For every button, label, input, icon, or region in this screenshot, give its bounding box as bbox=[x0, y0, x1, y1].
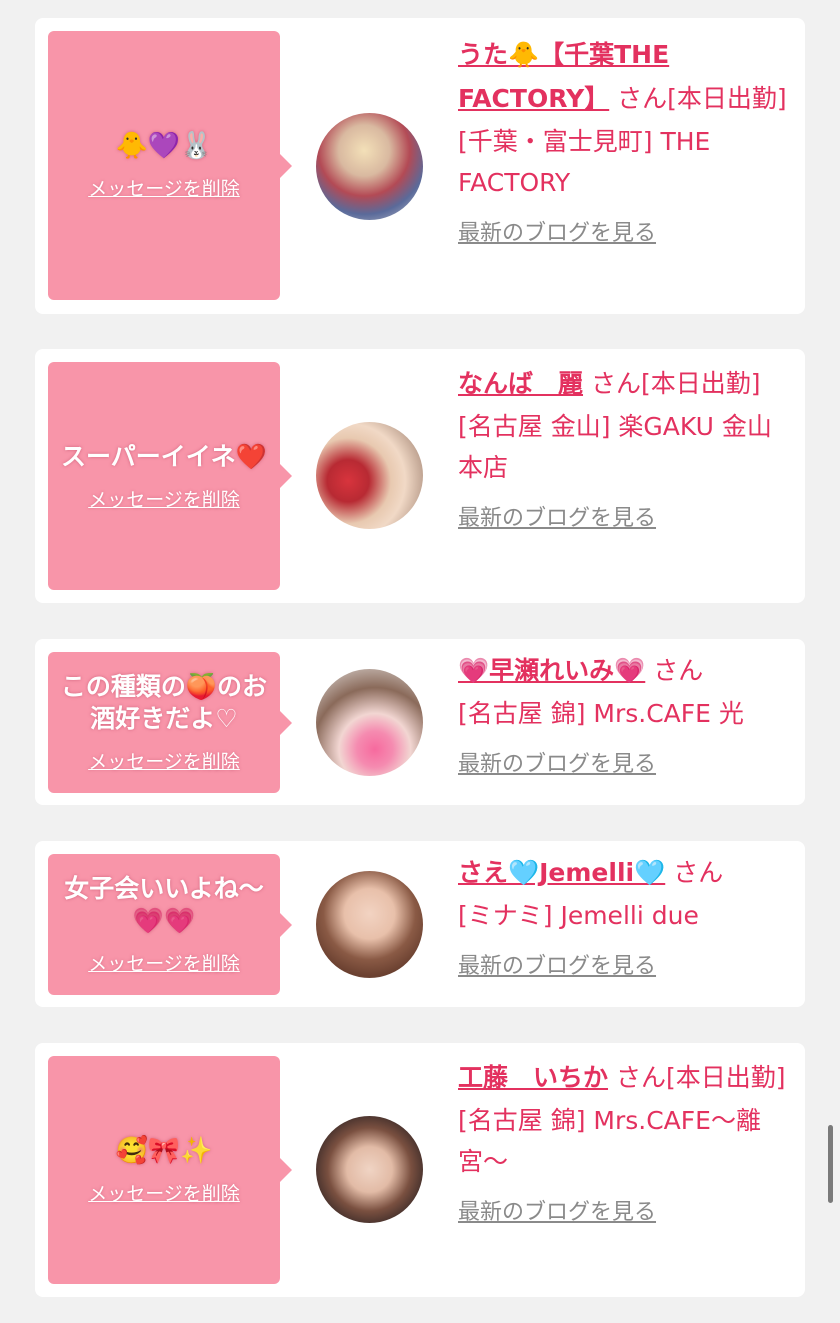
delete-message-link[interactable]: メッセージを削除 bbox=[88, 747, 240, 774]
cast-info: うた🐥【千葉THE FACTORY】 さん[本日出勤] [千葉・富士見町] TH… bbox=[458, 33, 793, 249]
avatar[interactable] bbox=[316, 113, 423, 220]
shop-location: [名古屋 金山] 楽GAKU 金山本店 bbox=[458, 412, 772, 482]
honorific: さん bbox=[673, 858, 724, 887]
delete-message-link[interactable]: メッセージを削除 bbox=[88, 1179, 240, 1206]
avatar[interactable] bbox=[316, 1116, 423, 1223]
shop-location: [ミナミ] Jemelli due bbox=[458, 901, 699, 930]
delete-message-link[interactable]: メッセージを削除 bbox=[88, 949, 240, 976]
avatar[interactable] bbox=[316, 669, 423, 776]
message-bubble: 🐥💜🐰 メッセージを削除 bbox=[48, 31, 292, 300]
shop-location: [名古屋 錦] Mrs.CAFE 光 bbox=[458, 699, 744, 728]
attendance-status: [本日出勤] bbox=[665, 1063, 786, 1092]
cast-name-link[interactable]: さえ🩵Jemelli🩵 bbox=[458, 858, 665, 887]
message-text: スーパーイイネ❤️ bbox=[61, 441, 267, 471]
cast-name-link[interactable]: 💗早瀬れいみ💗 bbox=[458, 656, 645, 685]
message-bubble: 🥰🎀✨ メッセージを削除 bbox=[48, 1056, 292, 1284]
delete-message-link[interactable]: メッセージを削除 bbox=[88, 485, 240, 512]
message-text: 🥰🎀✨ bbox=[115, 1135, 213, 1166]
message-card: 🐥💜🐰 メッセージを削除 うた🐥【千葉THE FACTORY】 さん[本日出勤]… bbox=[35, 18, 805, 314]
shop-location: [千葉・富士見町] THE FACTORY bbox=[458, 127, 711, 197]
avatar[interactable] bbox=[316, 871, 423, 978]
blog-link[interactable]: 最新のブログを見る bbox=[458, 750, 793, 780]
cast-info: 工藤 いちか さん[本日出勤] [名古屋 錦] Mrs.CAFE〜離宮〜 最新の… bbox=[458, 1056, 793, 1228]
blog-link[interactable]: 最新のブログを見る bbox=[458, 952, 793, 982]
avatar[interactable] bbox=[316, 422, 423, 529]
shop-location: [名古屋 錦] Mrs.CAFE〜離宮〜 bbox=[458, 1106, 761, 1176]
message-bubble: この種類の🍑のお酒好きだよ♡ メッセージを削除 bbox=[48, 652, 292, 793]
message-text: 🐥💜🐰 bbox=[115, 131, 213, 161]
cast-info: なんば 麗 さん[本日出勤] [名古屋 金山] 楽GAKU 金山本店 最新のブロ… bbox=[458, 362, 793, 534]
cast-name-link[interactable]: 工藤 いちか bbox=[458, 1063, 608, 1092]
blog-link[interactable]: 最新のブログを見る bbox=[458, 219, 793, 249]
honorific: さん bbox=[590, 369, 641, 398]
message-bubble: 女子会いいよね〜💗💗 メッセージを削除 bbox=[48, 854, 292, 995]
scrollbar[interactable] bbox=[828, 1125, 833, 1203]
message-card: 🥰🎀✨ メッセージを削除 工藤 いちか さん[本日出勤] [名古屋 錦] Mrs… bbox=[35, 1043, 805, 1297]
delete-message-link[interactable]: メッセージを削除 bbox=[88, 174, 240, 201]
attendance-status: [本日出勤] bbox=[667, 84, 787, 113]
honorific: さん bbox=[653, 656, 704, 685]
message-card: スーパーイイネ❤️ メッセージを削除 なんば 麗 さん[本日出勤] [名古屋 金… bbox=[35, 349, 805, 603]
honorific: さん bbox=[615, 1063, 666, 1092]
message-text: この種類の🍑のお酒好きだよ♡ bbox=[60, 672, 268, 733]
message-bubble: スーパーイイネ❤️ メッセージを削除 bbox=[48, 362, 292, 590]
attendance-status: [本日出勤] bbox=[640, 369, 761, 398]
message-card: この種類の🍑のお酒好きだよ♡ メッセージを削除 💗早瀬れいみ💗 さん [名古屋 … bbox=[35, 639, 805, 805]
cast-info: 💗早瀬れいみ💗 さん [名古屋 錦] Mrs.CAFE 光 最新のブログを見る bbox=[458, 649, 793, 780]
message-card: 女子会いいよね〜💗💗 メッセージを削除 さえ🩵Jemelli🩵 さん [ミナミ]… bbox=[35, 841, 805, 1007]
cast-name-link[interactable]: なんば 麗 bbox=[458, 369, 583, 398]
message-text: 女子会いいよね〜💗💗 bbox=[64, 874, 264, 935]
honorific: さん bbox=[617, 84, 668, 113]
blog-link[interactable]: 最新のブログを見る bbox=[458, 504, 793, 534]
blog-link[interactable]: 最新のブログを見る bbox=[458, 1198, 793, 1228]
cast-info: さえ🩵Jemelli🩵 さん [ミナミ] Jemelli due 最新のブログを… bbox=[458, 851, 793, 982]
